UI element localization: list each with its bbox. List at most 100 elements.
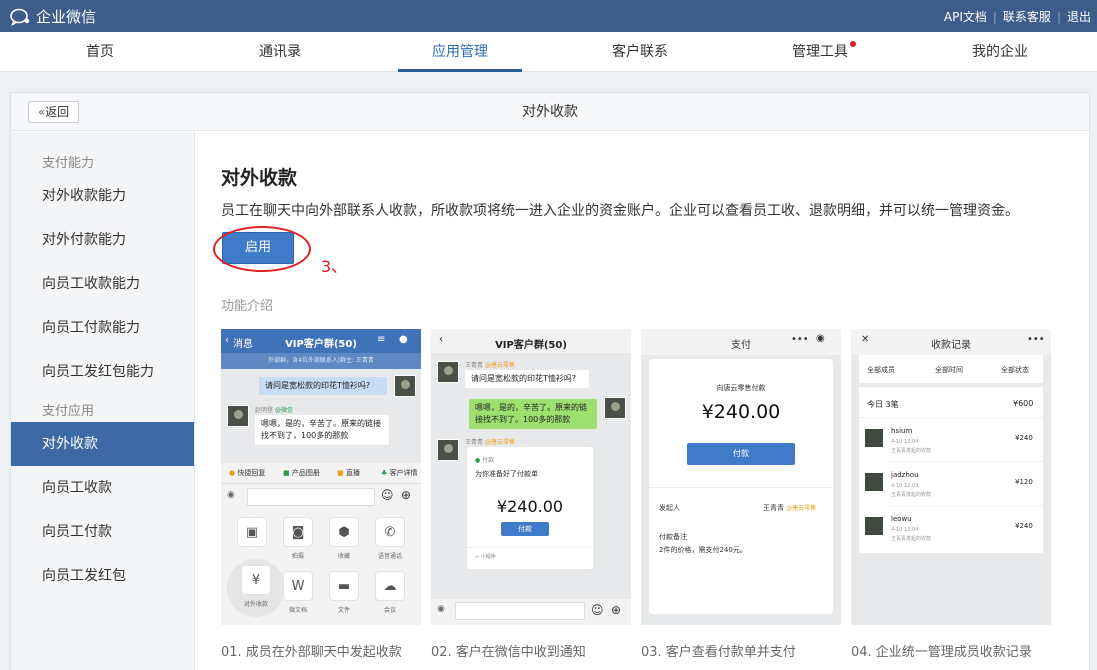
record-note: 王青青发起的收款 — [891, 536, 932, 542]
voice-icon: ◉ — [227, 490, 235, 500]
chat-input-bar: ◉ ☺ ⊕ — [431, 597, 631, 625]
cloud-icon: ☁ — [375, 571, 405, 601]
page-title: 对外收款 — [221, 167, 298, 189]
nav-contacts[interactable]: 通讯录 — [220, 32, 340, 72]
main-nav: 首页 通讯录 应用管理 客户联系 管理工具 我的企业 — [0, 32, 1097, 72]
panel-header: 对外收款 «返回 — [11, 93, 1089, 131]
nav-app-management[interactable]: 应用管理 — [398, 32, 522, 72]
nav-home[interactable]: 首页 — [40, 32, 160, 72]
avatar — [865, 429, 883, 447]
emoji-icon: ☺ — [591, 603, 604, 617]
merchant-name: 向唐云零售付款 — [716, 384, 766, 392]
sender-name: 赵明登 — [255, 407, 274, 414]
back-button[interactable]: «返回 — [28, 101, 79, 123]
divider: | — [992, 9, 997, 24]
nav-customer-contact[interactable]: 客户联系 — [580, 32, 700, 72]
sidebar-item-employee-redpacket[interactable]: 向员工发红包 — [11, 554, 194, 598]
avatar — [865, 473, 883, 491]
divider — [859, 417, 1043, 418]
summary-amount: ¥600 — [1013, 399, 1034, 408]
feature-screenshot-4: ✕ 收款记录 ••• 全部成员 全部时间 全部状态 今日 3笔 ¥600 hsi… — [851, 329, 1051, 625]
wework-logo-icon — [10, 8, 30, 26]
main-panel: 对外收款 «返回 支付能力 对外收款能力 对外付款能力 向员工收款能力 向员工付… — [10, 92, 1090, 670]
sidebar-item-employee-redpacket-ability[interactable]: 向员工发红包能力 — [11, 350, 194, 394]
grid-label: 收藏 — [337, 553, 350, 560]
feature-screenshot-2: ‹ VIP客户群(50) 王青青 @唐云零售 请问是宽松款的印花T恤衫吗? 嗯嗯… — [431, 329, 631, 625]
panel-title: 对外收款 — [522, 104, 578, 120]
more-icon: ••• — [1027, 334, 1045, 345]
back-label: 返回 — [45, 105, 70, 119]
folder-icon: ▬ — [329, 571, 359, 601]
target-icon: ◉ — [816, 333, 825, 344]
chat-subtitle: 外部群，含4位外部联系人|群主: 王青青 — [221, 353, 421, 369]
grid-label: 会议 — [383, 607, 396, 614]
miniprogram-icon: ∞ — [475, 554, 480, 560]
payment-header: 支付 ••• ◉ — [641, 329, 841, 355]
payment-sheet: 向唐云零售付款 ¥240.00 付款 发起人 王青青 @唐云零售 付款备注 2件… — [649, 359, 833, 614]
page-description: 员工在聊天中向外部联系人收款，所收款项将统一进入企业的资金账户。企业可以查看员工… — [221, 203, 1019, 219]
record-amount: ¥120 — [1015, 478, 1033, 486]
quick-reply-icon: ● — [229, 469, 236, 477]
initiator-tag: @唐云零售 — [786, 505, 817, 512]
logout-link[interactable]: 退出 — [1067, 8, 1091, 25]
nav-admin-tools[interactable]: 管理工具 — [760, 32, 880, 72]
tool-label: 客户详情 — [389, 469, 418, 477]
tool-label: 产品图册 — [291, 469, 320, 477]
pay-header-label: 付款 — [482, 457, 495, 464]
chat-title: VIP客户群(50) — [495, 340, 567, 351]
chat-header: ‹ 消息 VIP客户群(50) ≡ ● — [221, 329, 421, 353]
nav-my-enterprise[interactable]: 我的企业 — [940, 32, 1060, 72]
feature-caption-2: 02. 客户在微信中收到通知 — [431, 645, 586, 660]
app-logo[interactable]: 企业微信 — [10, 6, 96, 27]
chat-bubble-outgoing: 嗯嗯，是的，辛苦了。原来的链接找不到了。100多的那款 — [469, 399, 597, 429]
sidebar-item-employee-pay-ability[interactable]: 向员工付款能力 — [11, 306, 194, 350]
group-members-icon: ● — [399, 334, 408, 345]
sidebar-item-employee-pay[interactable]: 向员工付款 — [11, 510, 194, 554]
grid-label: 语音通话 — [377, 553, 402, 560]
sender-row: 王青青 @唐云零售 — [465, 437, 515, 446]
record-name: jadzhou — [891, 471, 919, 479]
customer-icon: ♣ — [381, 469, 388, 477]
api-docs-link[interactable]: API文档 — [944, 8, 987, 25]
pay-icon: ● — [475, 457, 481, 464]
sidebar-item-external-pay-ability[interactable]: 对外付款能力 — [11, 218, 194, 262]
record-time: 4-10 12:04 — [891, 527, 919, 533]
initiator-row: 王青青 @唐云零售 — [763, 503, 816, 513]
avatar — [227, 405, 249, 427]
avatar — [394, 375, 416, 397]
catalog-icon: ■ — [283, 469, 290, 477]
live-icon: ■ — [337, 469, 344, 477]
chat-bubble-outgoing: 请问是宽松款的印花T恤衫吗? — [259, 377, 387, 395]
miniprogram-label: ∞ 小程序 — [475, 553, 496, 560]
payment-card: ● 付款 为你准备好了付款单 ¥240.00 付款 ∞ 小程序 — [467, 447, 593, 569]
logo-text: 企业微信 — [36, 8, 97, 26]
sidebar-section-title: 支付能力 — [42, 156, 95, 171]
sidebar-item-external-collect[interactable]: 对外收款 — [11, 422, 194, 466]
sidebar-item-external-collect-ability[interactable]: 对外收款能力 — [11, 174, 194, 218]
favorite-icon: ⬢ — [329, 517, 359, 547]
feature-caption-3: 03. 客户查看付款单并支付 — [641, 645, 796, 660]
more-icon: ••• — [791, 334, 809, 345]
quick-tools-bar: ● 快捷回复 ■ 产品图册 ■ 直播 ♣ 客户详情 — [221, 463, 421, 483]
records-header: ✕ 收款记录 ••• — [851, 329, 1051, 355]
contact-support-link[interactable]: 联系客服 — [1003, 8, 1051, 25]
note-label: 付款备注 — [659, 533, 687, 541]
voice-icon: ◉ — [437, 604, 445, 614]
tool-customer-detail: ♣ 客户详情 — [381, 468, 418, 478]
note-text: 2件的价格，需支付240元。 — [659, 546, 747, 554]
sidebar-section-title: 支付应用 — [42, 404, 95, 419]
payment-desc: 为你准备好了付款单 — [475, 470, 538, 478]
filter-status: 全部状态 — [1001, 366, 1029, 374]
divider: | — [1056, 9, 1061, 24]
sidebar-item-employee-collect-ability[interactable]: 向员工收款能力 — [11, 262, 194, 306]
chat-input — [247, 488, 375, 506]
sender-tag: @唐云零售 — [484, 439, 515, 446]
record-note: 王青青发起的收款 — [891, 448, 932, 454]
divider — [889, 461, 1043, 462]
record-amount: ¥240 — [1015, 434, 1033, 442]
annotation-circle — [213, 226, 311, 272]
sidebar-item-employee-collect[interactable]: 向员工收款 — [11, 466, 194, 510]
feature-caption-1: 01. 成员在外部聊天中发起收款 — [221, 645, 402, 660]
chat-header: ‹ VIP客户群(50) — [431, 329, 631, 355]
initiator-name: 王青青 — [763, 504, 784, 512]
